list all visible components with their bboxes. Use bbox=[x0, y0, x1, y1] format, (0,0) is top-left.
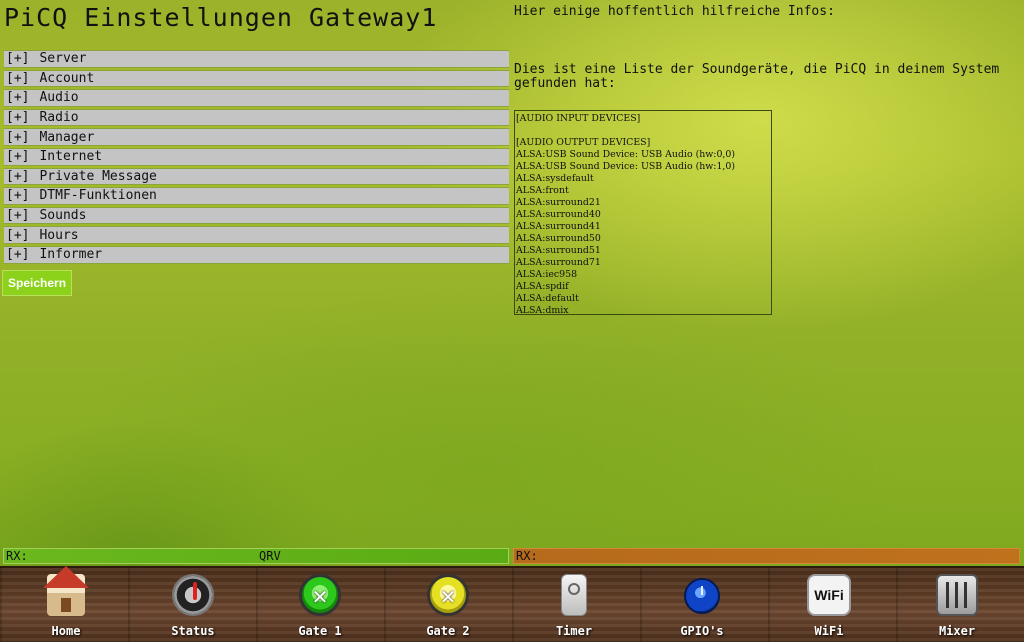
device-line: ALSA:surround40 bbox=[516, 209, 601, 220]
dock-label: Status bbox=[171, 624, 215, 638]
device-line: [AUDIO OUTPUT DEVICES] bbox=[516, 137, 651, 148]
device-line: ALSA:surround50 bbox=[516, 233, 601, 244]
section-informer[interactable]: [+] Informer bbox=[4, 245, 509, 264]
gate2-icon[interactable] bbox=[427, 574, 469, 616]
rx-label: RX: bbox=[6, 549, 28, 563]
section-manager[interactable]: [+] Manager bbox=[4, 128, 509, 146]
device-line: ALSA:dmix bbox=[516, 305, 569, 315]
section-label: Server bbox=[39, 51, 87, 67]
section-label: Radio bbox=[39, 110, 79, 126]
section-label: Internet bbox=[39, 149, 103, 165]
dock-label: Gate 2 bbox=[426, 624, 470, 638]
section-label: Hours bbox=[39, 227, 79, 243]
dock-gate-2[interactable]: Gate 2 bbox=[384, 572, 512, 640]
expand-toggle[interactable]: [+] bbox=[6, 247, 29, 262]
dock-label: Timer bbox=[555, 624, 593, 638]
device-line: ALSA:USB Sound Device: USB Audio (hw:0,0… bbox=[516, 149, 736, 160]
page-title: PiCQ Einstellungen Gateway1 bbox=[4, 3, 438, 32]
device-line: ALSA:default bbox=[516, 293, 579, 304]
device-line: ALSA:iec958 bbox=[516, 269, 578, 280]
section-label: Audio bbox=[39, 90, 79, 106]
dock-label: Home bbox=[51, 624, 81, 638]
rx-status-bar-gateway1: RX: QRV bbox=[3, 548, 509, 564]
section-radio[interactable]: [+] Radio bbox=[4, 108, 509, 127]
rx-status-bar-gateway2: RX: bbox=[513, 548, 1020, 564]
section-label: Account bbox=[39, 70, 95, 86]
expand-toggle[interactable]: [+] bbox=[6, 110, 29, 125]
expand-toggle[interactable]: [+] bbox=[6, 228, 29, 243]
device-line: ALSA:sysdefault bbox=[516, 173, 594, 184]
device-line: ALSA:USB Sound Device: USB Audio (hw:1,0… bbox=[516, 161, 736, 172]
dock-mixer[interactable]: Mixer bbox=[893, 572, 1021, 640]
status-icon[interactable] bbox=[172, 574, 214, 616]
expand-toggle[interactable]: [+] bbox=[6, 169, 29, 184]
device-line: ALSA:surround41 bbox=[516, 221, 601, 232]
section-audio[interactable]: [+] Audio bbox=[4, 89, 509, 107]
section-dtmf-funktionen[interactable]: [+] DTMF-Funktionen bbox=[4, 187, 509, 205]
section-label: Informer bbox=[39, 247, 103, 263]
settings-accordion: [+] Server [+] Account [+] Audio [+] Radio [… bbox=[4, 50, 509, 266]
section-internet[interactable]: [+] Internet bbox=[4, 147, 509, 166]
section-server[interactable]: [+] Server bbox=[4, 50, 509, 68]
gpio-icon[interactable] bbox=[684, 578, 720, 614]
rx-label: RX: bbox=[516, 549, 538, 563]
device-line: ALSA:surround71 bbox=[516, 257, 601, 268]
device-line: ALSA:spdif bbox=[516, 281, 569, 292]
gate1-icon[interactable] bbox=[299, 574, 341, 616]
section-private-message[interactable]: [+] Private Message bbox=[4, 167, 509, 186]
expand-toggle[interactable]: [+] bbox=[6, 208, 29, 223]
section-account[interactable]: [+] Account bbox=[4, 69, 509, 88]
expand-toggle[interactable]: [+] bbox=[6, 130, 29, 145]
timer-icon[interactable] bbox=[561, 574, 587, 616]
expand-toggle[interactable]: [+] bbox=[6, 149, 29, 164]
home-icon[interactable] bbox=[43, 566, 89, 616]
dock-timer[interactable]: Timer bbox=[510, 572, 638, 640]
info-heading: Hier einige hoffentlich hilfreiche Infos… bbox=[514, 4, 835, 19]
dock-status[interactable]: Status bbox=[129, 572, 257, 640]
sound-devices-list[interactable]: [AUDIO INPUT DEVICES] [AUDIO OUTPUT DEVI… bbox=[514, 110, 772, 315]
device-line: ALSA:front bbox=[516, 185, 569, 196]
expand-toggle[interactable]: [+] bbox=[6, 188, 29, 203]
section-hours[interactable]: [+] Hours bbox=[4, 226, 509, 244]
device-line bbox=[516, 125, 770, 137]
section-label: Sounds bbox=[39, 208, 87, 224]
dock-label: GPIO's bbox=[680, 624, 724, 638]
bottom-dock: Home Status Gate 1 Gate 2 Timer GPIO's W… bbox=[0, 566, 1024, 642]
device-line: [AUDIO INPUT DEVICES] bbox=[516, 113, 641, 124]
dock-label: Gate 1 bbox=[298, 624, 342, 638]
section-label: DTMF-Funktionen bbox=[39, 188, 157, 204]
save-button[interactable]: Speichern bbox=[1, 270, 73, 296]
dock-home[interactable]: Home bbox=[2, 566, 130, 640]
section-sounds[interactable]: [+] Sounds bbox=[4, 206, 509, 225]
section-label: Manager bbox=[39, 129, 95, 145]
dock-label: Mixer bbox=[938, 624, 976, 638]
dock-gpio[interactable]: GPIO's bbox=[638, 572, 766, 640]
info-text: Dies ist eine Liste der Soundgeräte, die… bbox=[514, 62, 1000, 91]
device-line: ALSA:surround51 bbox=[516, 245, 601, 256]
expand-toggle[interactable]: [+] bbox=[6, 51, 29, 66]
dock-wifi[interactable]: WiFi bbox=[765, 572, 893, 640]
section-label: Private Message bbox=[39, 168, 157, 184]
dock-label: WiFi bbox=[814, 624, 844, 638]
expand-toggle[interactable]: [+] bbox=[6, 71, 29, 86]
wifi-icon[interactable] bbox=[807, 574, 851, 616]
mixer-icon[interactable] bbox=[936, 574, 978, 616]
dock-gate-1[interactable]: Gate 1 bbox=[256, 572, 384, 640]
expand-toggle[interactable]: [+] bbox=[6, 90, 29, 105]
device-line: ALSA:surround21 bbox=[516, 197, 601, 208]
rx-status-text: QRV bbox=[259, 549, 281, 563]
